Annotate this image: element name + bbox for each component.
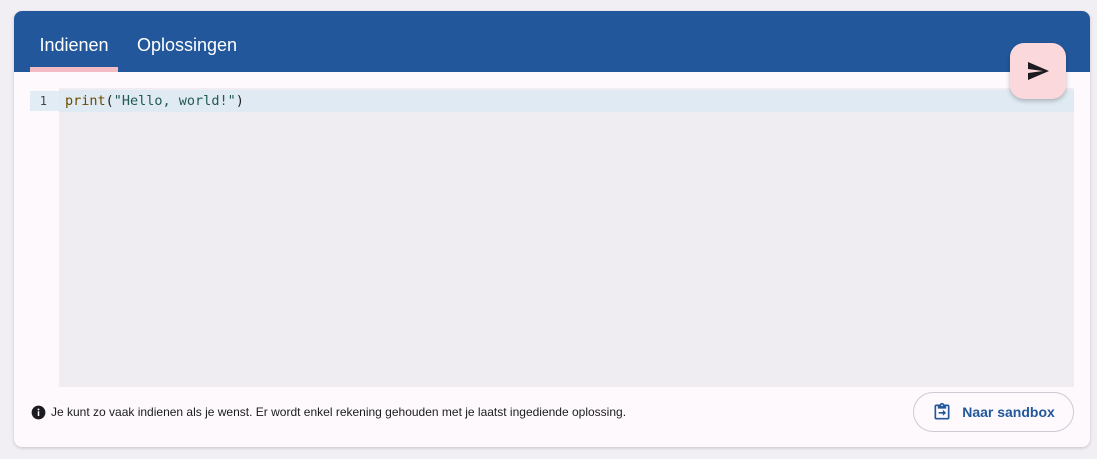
code-token-paren-close: ) (235, 93, 244, 109)
info-text: Je kunt zo vaak indienen als je wenst. E… (51, 405, 627, 419)
line-number: 1 (39, 94, 47, 108)
clipboard-arrow-icon (934, 402, 950, 420)
tab-submit[interactable]: Indienen (30, 11, 118, 72)
tab-bar: Indienen Oplossingen (14, 11, 1090, 72)
submission-card: Indienen Oplossingen 1 print("Hello, wor… (14, 11, 1090, 447)
code-token-function: print (65, 93, 106, 109)
tab-solutions[interactable]: Oplossingen (132, 11, 242, 72)
code-content[interactable]: print("Hello, world!") (59, 88, 1074, 387)
to-sandbox-button[interactable]: Naar sandbox (913, 392, 1074, 432)
code-token-paren-open: ( (105, 93, 114, 109)
code-editor[interactable]: 1 print("Hello, world!") (30, 88, 1074, 387)
code-token-string: "Hello, world!" (113, 93, 236, 109)
send-icon (1028, 62, 1049, 80)
to-sandbox-label: Naar sandbox (962, 404, 1055, 420)
code-line[interactable]: print("Hello, world!") (65, 91, 244, 111)
submit-fab-button[interactable] (1010, 43, 1066, 99)
info-icon (31, 405, 46, 419)
active-tab-indicator (30, 67, 118, 72)
line-number-gutter: 1 (30, 88, 59, 387)
submission-info: Je kunt zo vaak indienen als je wenst. E… (31, 403, 626, 421)
